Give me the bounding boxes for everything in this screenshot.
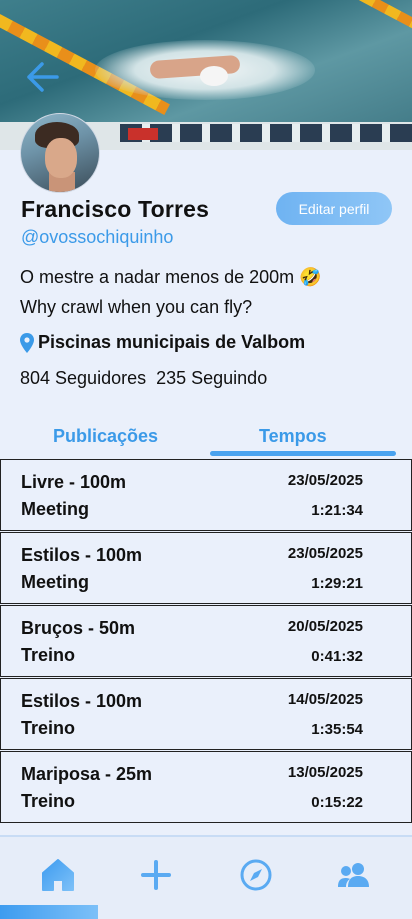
event-type: Meeting	[21, 572, 90, 592]
profile-name: Francisco Torres	[21, 196, 210, 222]
compass-icon	[240, 859, 272, 891]
bio-line-2: Why crawl when you can fly?	[20, 297, 253, 317]
bottom-navigation	[0, 835, 412, 919]
profile-location: Piscinas municipais de Valbom	[20, 332, 305, 353]
event-date: 13/05/2025	[287, 764, 363, 781]
bio-line-1: O mestre a nadar menos de 200m 🤣	[20, 267, 322, 287]
tab-indicator	[210, 451, 396, 456]
time-card[interactable]: Estilos - 100m Meeting 23/05/2025 1:29:2…	[0, 532, 412, 604]
event-time: 1:35:54	[311, 721, 363, 738]
nav-add[interactable]	[136, 855, 176, 895]
time-card[interactable]: Livre - 100m Meeting 23/05/2025 1:21:34	[0, 459, 412, 531]
location-text: Piscinas municipais de Valbom	[38, 332, 306, 352]
back-arrow-icon	[27, 62, 59, 92]
people-icon	[338, 863, 369, 887]
event-type: Treino	[21, 791, 76, 811]
event-time: 0:41:32	[311, 648, 363, 665]
nav-home[interactable]	[38, 855, 78, 895]
event-type: Meeting	[21, 499, 90, 519]
event-date: 23/05/2025	[287, 545, 363, 562]
event-name: Mariposa - 25m	[21, 764, 153, 784]
event-type: Treino	[21, 718, 76, 738]
event-date: 14/05/2025	[287, 691, 363, 708]
event-time: 0:15:22	[311, 794, 363, 811]
avatar[interactable]	[20, 113, 100, 193]
event-date: 20/05/2025	[287, 618, 363, 635]
time-card[interactable]: Mariposa - 25m Treino 13/05/2025 0:15:22	[0, 751, 412, 823]
tab-tempos[interactable]: Tempos	[259, 426, 327, 447]
location-pin-icon	[20, 332, 34, 353]
event-type: Treino	[21, 645, 76, 665]
nav-explore[interactable]	[236, 855, 276, 895]
event-name: Bruços - 50m	[21, 618, 136, 638]
nav-community[interactable]	[334, 855, 374, 895]
event-date: 23/05/2025	[287, 472, 363, 489]
follow-counts[interactable]: 804 Seguidores 235 Seguindo	[20, 368, 267, 389]
event-time: 1:29:21	[311, 575, 363, 592]
edit-profile-button[interactable]: Editar perfil	[276, 192, 392, 225]
profile-bio: O mestre a nadar menos de 200m 🤣 Why cra…	[20, 262, 322, 322]
time-card[interactable]: Bruços - 50m Treino 20/05/2025 0:41:32	[0, 605, 412, 677]
plus-icon	[141, 860, 171, 890]
event-name: Estilos - 100m	[21, 691, 143, 711]
home-icon	[42, 859, 74, 891]
profile-tabs: Publicações Tempos	[0, 422, 412, 458]
event-time: 1:21:34	[311, 502, 363, 519]
event-name: Estilos - 100m	[21, 545, 143, 565]
profile-handle: @ovossochiquinho	[21, 227, 174, 247]
time-card[interactable]: Estilos - 100m Treino 14/05/2025 1:35:54	[0, 678, 412, 750]
tab-publicacoes[interactable]: Publicações	[53, 426, 158, 447]
event-name: Livre - 100m	[21, 472, 127, 492]
back-button[interactable]	[24, 60, 60, 94]
